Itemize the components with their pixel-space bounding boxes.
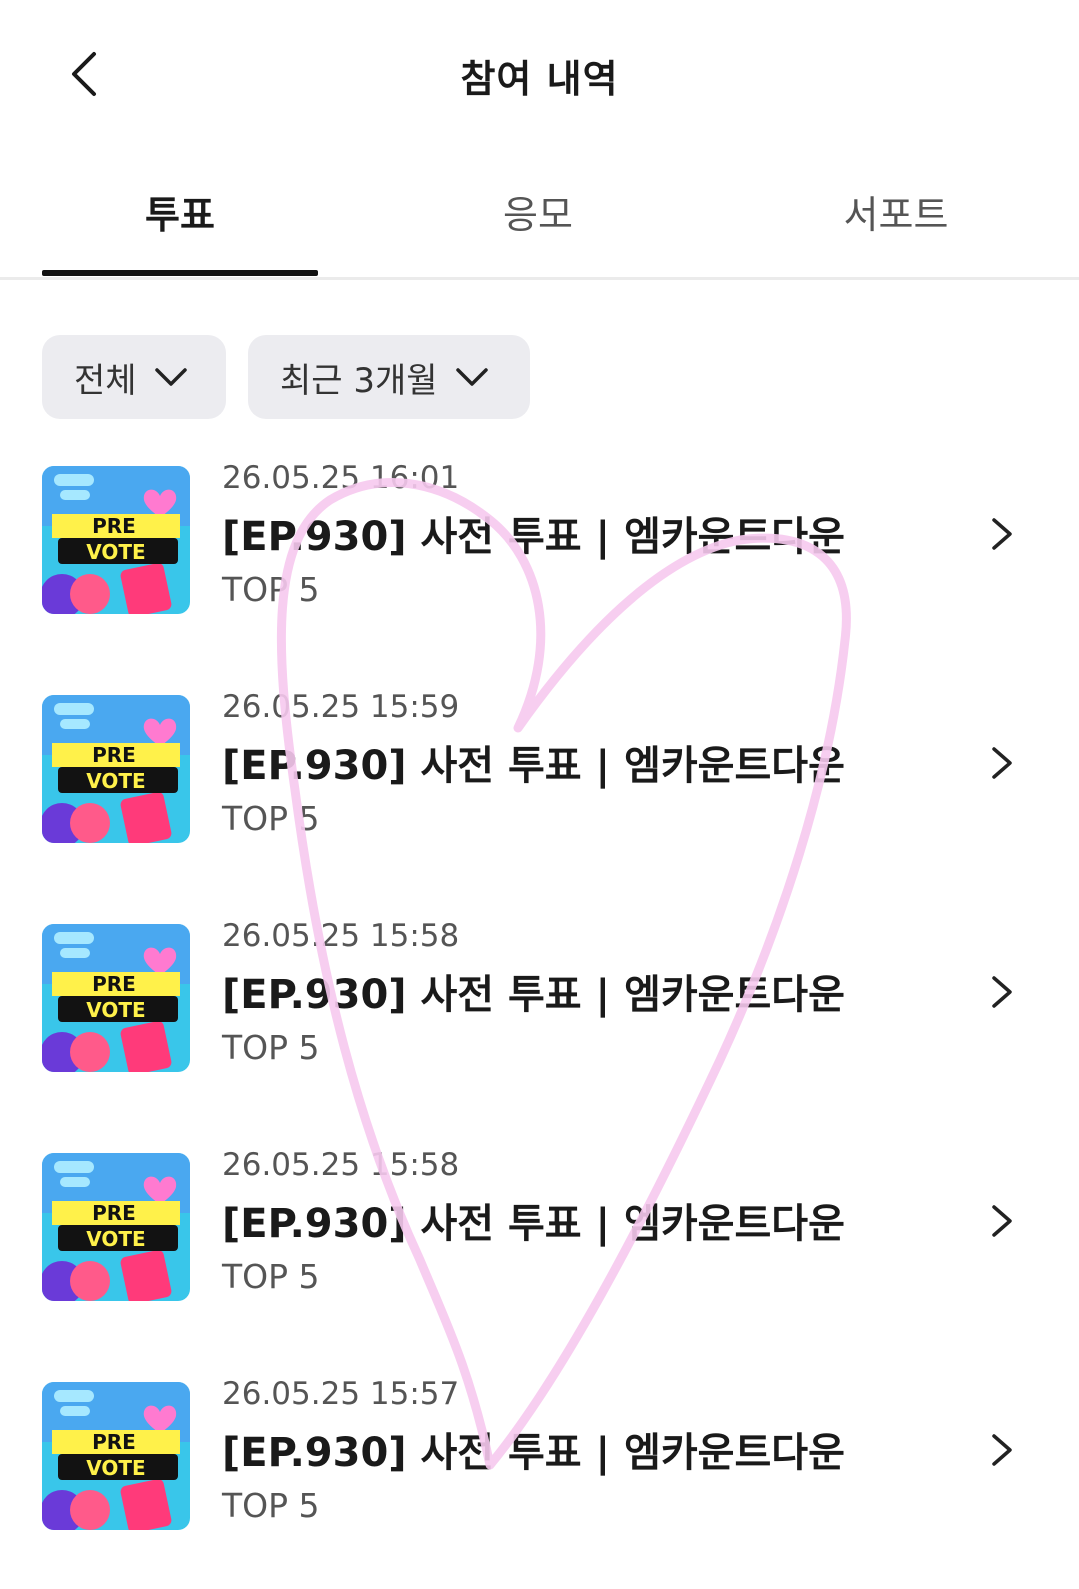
tab-bar: 투표 응모 서포트 [0, 170, 1079, 280]
header: 참여 내역 [0, 0, 1079, 150]
thumbnail-pre-text: PRE [92, 743, 136, 767]
tab-vote-label: 투표 [145, 193, 215, 237]
item-date: 26.05.25 15:58 [222, 1147, 460, 1183]
tab-entry[interactable]: 응모 [400, 170, 676, 277]
item-rank: TOP 5 [222, 1028, 320, 1067]
item-title: [EP.930] 사전 투표 | 엠카운트다운 [222, 514, 845, 560]
list-item-4[interactable]: PRE VOTE 26.05.25 15:58 [EP.930] 사전 투표 |… [0, 1147, 1079, 1307]
thumbnail-pre-text: PRE [92, 1201, 136, 1225]
pre-vote-thumbnail: PRE VOTE [42, 466, 190, 614]
item-date: 26.05.25 15:57 [222, 1376, 460, 1412]
chevron-down-icon [455, 368, 488, 386]
chevron-right-icon [992, 747, 1012, 779]
period-filter-label: 최근 3개월 [280, 360, 438, 401]
category-filter-label: 전체 [74, 360, 137, 401]
thumbnail-vote-text: VOTE [86, 1456, 145, 1480]
thumbnail-vote-text: VOTE [86, 769, 145, 793]
thumbnail-vote-text: VOTE [86, 998, 145, 1022]
tab-entry-label: 응모 [503, 193, 573, 237]
thumbnail-vote-text: VOTE [86, 540, 145, 564]
chevron-right-icon [992, 976, 1012, 1008]
thumbnail-pre-text: PRE [92, 514, 136, 538]
tab-vote[interactable]: 투표 [42, 170, 318, 277]
tab-support-label: 서포트 [843, 193, 949, 237]
pre-vote-thumbnail: PRE VOTE [42, 924, 190, 1072]
item-date: 26.05.25 15:58 [222, 918, 460, 954]
chevron-down-icon [154, 368, 187, 386]
list-item-1[interactable]: PRE VOTE 26.05.25 16:01 [EP.930] 사전 투표 |… [0, 460, 1079, 620]
period-filter-dropdown[interactable]: 최근 3개월 [248, 335, 530, 419]
page-title: 참여 내역 [460, 57, 619, 101]
tab-support[interactable]: 서포트 [758, 170, 1034, 277]
item-title: [EP.930] 사전 투표 | 엠카운트다운 [222, 743, 845, 789]
item-title: [EP.930] 사전 투표 | 엠카운트다운 [222, 1201, 845, 1247]
item-rank: TOP 5 [222, 1257, 320, 1296]
item-rank: TOP 5 [222, 1486, 320, 1525]
list-item-5[interactable]: PRE VOTE 26.05.25 15:57 [EP.930] 사전 투표 |… [0, 1376, 1079, 1536]
item-date: 26.05.25 15:59 [222, 689, 460, 725]
thumbnail-pre-text: PRE [92, 1430, 136, 1454]
list-item-3[interactable]: PRE VOTE 26.05.25 15:58 [EP.930] 사전 투표 |… [0, 918, 1079, 1078]
list-item-2[interactable]: PRE VOTE 26.05.25 15:59 [EP.930] 사전 투표 |… [0, 689, 1079, 849]
active-tab-indicator [42, 270, 318, 276]
chevron-right-icon [992, 1205, 1012, 1237]
chevron-right-icon [992, 1434, 1012, 1466]
pre-vote-thumbnail: PRE VOTE [42, 695, 190, 843]
item-rank: TOP 5 [222, 570, 320, 609]
item-rank: TOP 5 [222, 799, 320, 838]
pre-vote-thumbnail: PRE VOTE [42, 1153, 190, 1301]
chevron-right-icon [992, 518, 1012, 550]
item-title: [EP.930] 사전 투표 | 엠카운트다운 [222, 972, 845, 1018]
pre-vote-thumbnail: PRE VOTE [42, 1382, 190, 1530]
thumbnail-pre-text: PRE [92, 972, 136, 996]
category-filter-dropdown[interactable]: 전체 [42, 335, 226, 419]
item-title: [EP.930] 사전 투표 | 엠카운트다운 [222, 1430, 845, 1476]
item-date: 26.05.25 16:01 [222, 460, 460, 496]
thumbnail-vote-text: VOTE [86, 1227, 145, 1251]
